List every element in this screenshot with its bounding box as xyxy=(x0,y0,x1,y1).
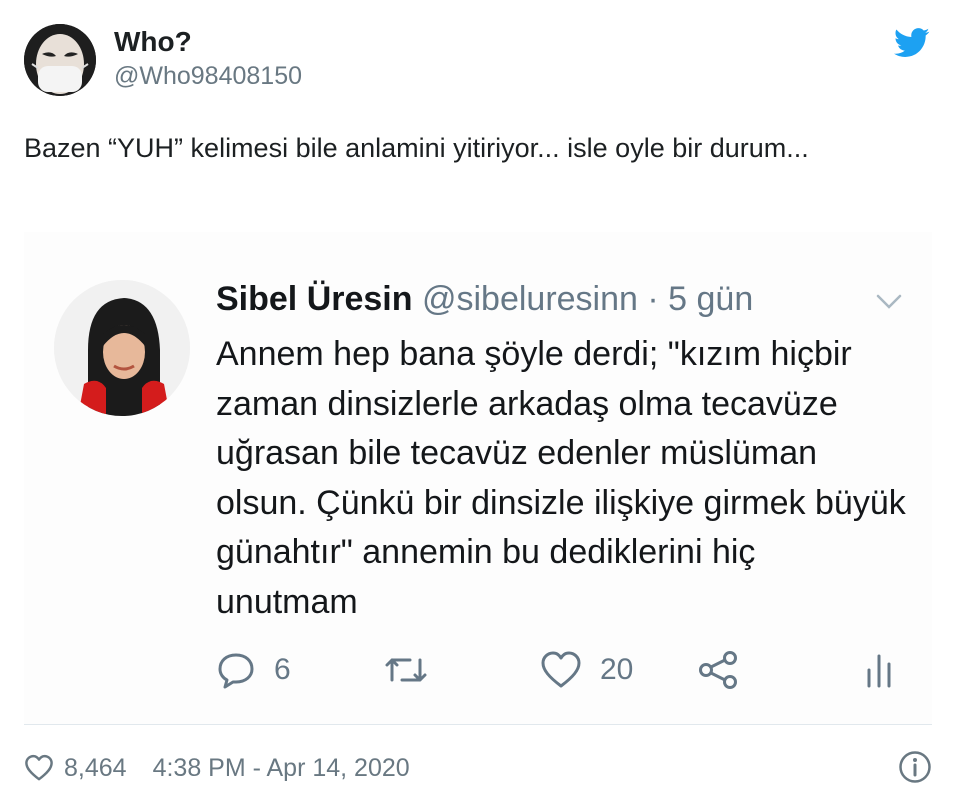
info-icon[interactable] xyxy=(898,750,932,784)
author-handle[interactable]: @Who98408150 xyxy=(114,62,302,91)
woman-avatar-image xyxy=(54,280,190,416)
quoted-action-bar: 6 20 xyxy=(24,650,932,700)
author-display-name[interactable]: Who? xyxy=(114,26,192,58)
quoted-tweet-header: Sibel Üresin @sibeluresinn · 5 gün xyxy=(216,280,753,319)
reply-count: 6 xyxy=(274,653,291,686)
quoted-tweet-age: 5 gün xyxy=(668,280,754,318)
analytics-icon xyxy=(867,654,891,688)
quoted-tweet-image[interactable]: Sibel Üresin @sibeluresinn · 5 gün Annem… xyxy=(24,232,932,725)
quoted-author-name: Sibel Üresin xyxy=(216,280,413,318)
like-action: 20 xyxy=(540,650,633,690)
twitter-bird-icon[interactable] xyxy=(894,28,930,58)
analytics-action xyxy=(864,650,894,690)
heart-icon[interactable] xyxy=(24,754,54,782)
share-action xyxy=(696,650,740,690)
tweet-text: Bazen “YUH” kelimesi bile anlamini yitir… xyxy=(24,133,809,163)
author-avatar[interactable] xyxy=(24,24,96,96)
tweet-like-count[interactable]: 8,464 xyxy=(64,754,127,783)
share-icon xyxy=(699,651,737,689)
quoted-author-avatar xyxy=(54,280,190,416)
reply-action: 6 xyxy=(216,650,291,690)
quoted-author-handle: @sibeluresinn xyxy=(421,280,638,318)
retweet-icon xyxy=(385,658,427,682)
like-count: 20 xyxy=(600,653,634,686)
heart-icon xyxy=(541,651,581,688)
tweet-timestamp[interactable]: 4:38 PM - Apr 14, 2020 xyxy=(153,754,410,783)
chevron-down-icon xyxy=(876,294,902,309)
reply-icon xyxy=(218,653,254,689)
quoted-tweet-text: Annem hep bana şöyle derdi; "kızım hiçbi… xyxy=(216,335,906,621)
tweet-footer: 8,464 4:38 PM - Apr 14, 2020 xyxy=(24,748,932,788)
masked-face-avatar-image xyxy=(24,24,96,96)
retweet-action xyxy=(384,650,428,690)
meta-separator: · xyxy=(647,280,659,318)
